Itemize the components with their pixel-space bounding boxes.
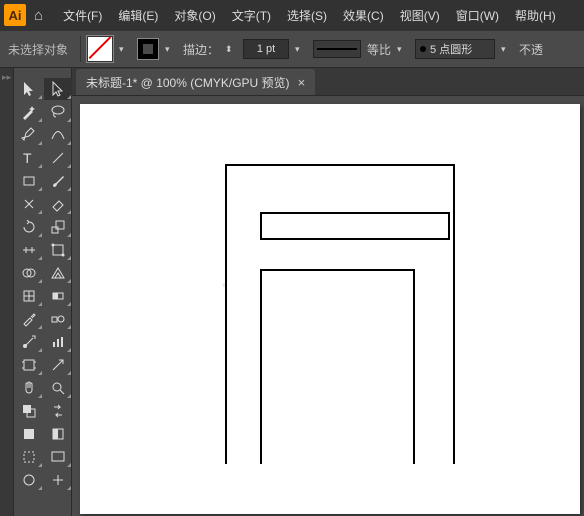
menu-help[interactable]: 帮助(H): [507, 7, 564, 24]
blend-tool[interactable]: [44, 308, 72, 330]
rectangle-tool[interactable]: [15, 170, 43, 192]
gradient-tool[interactable]: [44, 285, 72, 307]
menu-bar: Ai ⌂ 文件(F) 编辑(E) 对象(O) 文字(T) 选择(S) 效果(C)…: [0, 0, 584, 30]
separator: [80, 36, 81, 62]
lasso-tool[interactable]: [44, 101, 72, 123]
stroke-weight-input[interactable]: [243, 39, 289, 59]
artboard[interactable]: 软件自学网 WWW.RJZXW.COM: [80, 104, 580, 514]
svg-text:T: T: [23, 150, 32, 166]
menu-effect[interactable]: 效果(C): [335, 7, 392, 24]
opacity-label: 不透: [519, 41, 543, 58]
stroke-profile[interactable]: [313, 40, 361, 58]
scale-label: 等比: [367, 41, 391, 58]
tools-panel: T: [14, 68, 72, 516]
drawing-mode-tool[interactable]: [15, 446, 43, 468]
tab-title: 未标题-1* @ 100% (CMYK/GPU 预览): [86, 74, 290, 91]
brush-dot-icon: [420, 46, 426, 52]
width-tool[interactable]: [15, 239, 43, 261]
free-transform-tool[interactable]: [44, 239, 72, 261]
rotate-tool[interactable]: [15, 216, 43, 238]
brush-definition[interactable]: 5 点圆形: [415, 39, 495, 59]
brush-dropdown-icon[interactable]: ▾: [501, 44, 513, 55]
mesh-tool[interactable]: [15, 285, 43, 307]
pen-tool[interactable]: [15, 124, 43, 146]
artboard-tool[interactable]: [15, 354, 43, 376]
app-logo: Ai: [4, 4, 26, 26]
stroke-link-icon[interactable]: ⬍: [225, 44, 237, 55]
color-mode-tool[interactable]: [15, 423, 43, 445]
scale-tool[interactable]: [44, 216, 72, 238]
direct-selection-tool[interactable]: [44, 78, 72, 100]
line-tool[interactable]: [44, 147, 72, 169]
menu-select[interactable]: 选择(S): [279, 7, 335, 24]
perspective-grid-tool[interactable]: [44, 262, 72, 284]
canvas-area[interactable]: 软件自学网 WWW.RJZXW.COM: [72, 96, 584, 516]
extra-tool-a[interactable]: [15, 469, 43, 491]
eraser-tool[interactable]: [44, 193, 72, 215]
menu-file[interactable]: 文件(F): [55, 7, 110, 24]
close-icon[interactable]: ×: [298, 75, 306, 90]
shape-builder-tool[interactable]: [15, 262, 43, 284]
stroke-label: 描边：: [183, 41, 219, 58]
stroke-swatch[interactable]: [137, 38, 159, 60]
magic-wand-tool[interactable]: [15, 101, 43, 123]
extra-tool-b[interactable]: [44, 469, 72, 491]
screen-mode-tool[interactable]: [44, 446, 72, 468]
type-tool[interactable]: T: [15, 147, 43, 169]
slice-tool[interactable]: [44, 354, 72, 376]
symbol-sprayer-tool[interactable]: [15, 331, 43, 353]
eyedropper-tool[interactable]: [15, 308, 43, 330]
menu-object[interactable]: 对象(O): [166, 7, 223, 24]
zoom-tool[interactable]: [44, 377, 72, 399]
brush-label: 5 点圆形: [430, 41, 472, 57]
curvature-tool[interactable]: [44, 124, 72, 146]
paintbrush-tool[interactable]: [44, 170, 72, 192]
stroke-weight-dropdown-icon[interactable]: ▾: [295, 44, 307, 55]
shape-inner-top-rect[interactable]: [260, 212, 450, 240]
fill-stroke-tool[interactable]: [15, 400, 43, 422]
shaper-tool[interactable]: [15, 193, 43, 215]
grip-icon: ▸▸: [0, 68, 13, 83]
selection-tool[interactable]: [15, 78, 43, 100]
hand-tool[interactable]: [15, 377, 43, 399]
home-icon[interactable]: ⌂: [34, 7, 43, 24]
scale-dropdown-icon[interactable]: ▾: [397, 44, 409, 55]
menu-view[interactable]: 视图(V): [392, 7, 448, 24]
dock-strip[interactable]: ▸▸: [0, 68, 14, 516]
fill-swatch[interactable]: [87, 36, 113, 62]
menu-type[interactable]: 文字(T): [224, 7, 279, 24]
gradient-mode-tool[interactable]: [44, 423, 72, 445]
shape-inner-u[interactable]: [260, 269, 415, 464]
menu-edit[interactable]: 编辑(E): [110, 7, 166, 24]
fill-dropdown-icon[interactable]: ▾: [119, 44, 131, 55]
document-tab[interactable]: 未标题-1* @ 100% (CMYK/GPU 预览) ×: [76, 69, 315, 95]
document-tab-bar: 未标题-1* @ 100% (CMYK/GPU 预览) ×: [0, 68, 584, 96]
swap-fill-stroke-tool[interactable]: [44, 400, 72, 422]
selection-status: 未选择对象: [8, 41, 68, 58]
stroke-dropdown-icon[interactable]: ▾: [165, 44, 177, 55]
column-graph-tool[interactable]: [44, 331, 72, 353]
menu-window[interactable]: 窗口(W): [448, 7, 507, 24]
options-bar: 未选择对象 ▾ ▾ 描边： ⬍ ▾ 等比 ▾ 5 点圆形 ▾ 不透: [0, 30, 584, 68]
